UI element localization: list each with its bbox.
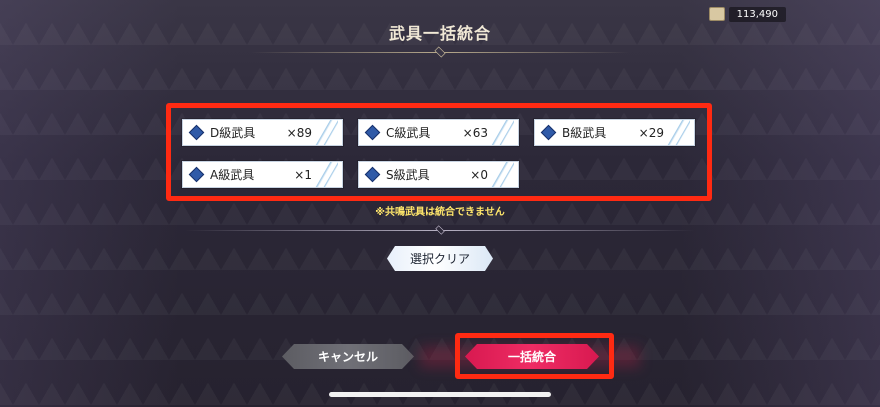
gem-icon bbox=[364, 166, 381, 183]
weapon-grade-s-button[interactable]: S級武具 ×0 bbox=[358, 161, 519, 188]
weapon-grade-b-button[interactable]: B級武具 ×29 bbox=[534, 119, 695, 146]
weapon-count: ×1 bbox=[294, 167, 312, 182]
gem-icon bbox=[540, 124, 557, 141]
weapon-name: A級武具 bbox=[210, 168, 255, 182]
page-title: 武具一括統合 bbox=[388, 24, 491, 43]
weapon-grade-d-button[interactable]: D級武具 ×89 bbox=[182, 119, 343, 146]
scroll-icon bbox=[708, 7, 725, 21]
weapon-grade-grid: D級武具 ×89 C級武具 ×63 B級武具 ×29 A級武具 ×1 S級武具 … bbox=[182, 119, 702, 188]
weapon-grade-a-button[interactable]: A級武具 ×1 bbox=[182, 161, 343, 188]
gem-icon bbox=[188, 124, 205, 141]
bulk-combine-button[interactable]: 一括統合 bbox=[465, 344, 599, 369]
weapon-count: ×0 bbox=[470, 167, 488, 182]
weapon-count: ×63 bbox=[462, 125, 488, 140]
cancel-button[interactable]: キャンセル bbox=[282, 344, 414, 369]
weapon-name: S級武具 bbox=[386, 168, 430, 182]
gem-icon bbox=[188, 166, 205, 183]
resonance-note: ※共鳴武具は統合できません bbox=[375, 207, 505, 218]
weapon-name: B級武具 bbox=[562, 126, 607, 140]
title-ornament bbox=[434, 46, 446, 58]
clear-selection-button[interactable]: 選択クリア bbox=[387, 246, 493, 271]
gem-icon bbox=[364, 124, 381, 141]
weapon-name: C級武具 bbox=[386, 126, 431, 140]
weapon-count: ×89 bbox=[286, 125, 312, 140]
weapon-grade-c-button[interactable]: C級武具 ×63 bbox=[358, 119, 519, 146]
divider-ornament bbox=[435, 225, 445, 235]
weapon-count: ×29 bbox=[638, 125, 664, 140]
weapon-name: D級武具 bbox=[210, 126, 256, 140]
home-indicator[interactable] bbox=[329, 392, 551, 397]
